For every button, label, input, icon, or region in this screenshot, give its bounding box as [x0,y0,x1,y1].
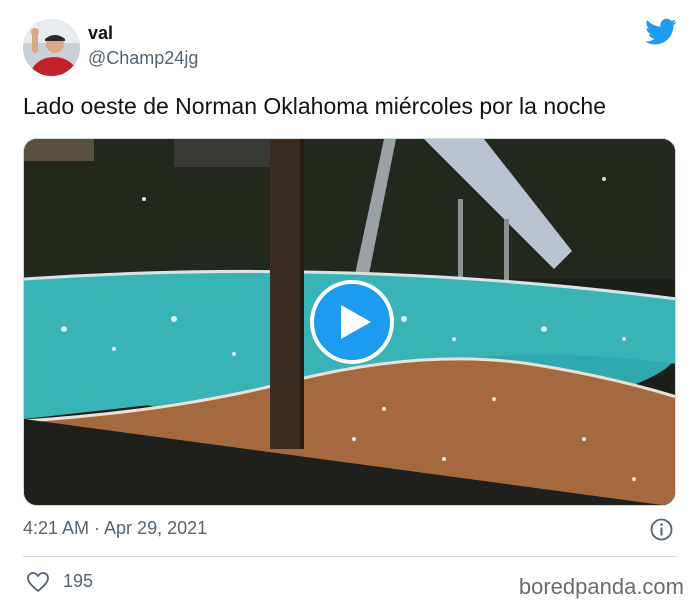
watermark: boredpanda.com [518,574,684,599]
play-icon [341,305,371,339]
twitter-bird-icon[interactable] [645,18,677,46]
user-display-name[interactable]: val [88,23,113,44]
divider [23,556,677,557]
avatar-image [23,19,80,76]
heart-icon[interactable] [26,571,50,593]
tweet-card: val @Champ24jg Lado oeste de Norman Okla… [0,0,700,610]
tweet-video[interactable] [23,138,676,506]
tweet-header: val @Champ24jg [23,18,677,78]
play-button[interactable] [310,280,394,364]
tweet-text: Lado oeste de Norman Oklahoma miércoles … [23,93,606,119]
info-icon[interactable] [650,518,673,541]
tweet-timestamp[interactable]: 4:21 AM · Apr 29, 2021 [23,518,207,539]
user-handle[interactable]: @Champ24jg [88,48,198,69]
avatar[interactable] [23,19,80,76]
like-count: 195 [63,571,94,591]
